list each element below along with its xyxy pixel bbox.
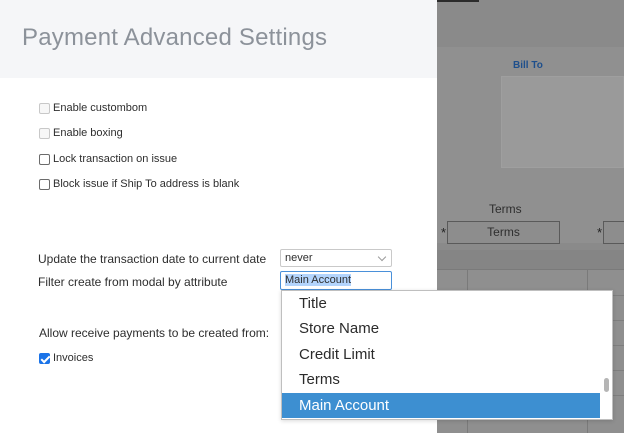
lock-transaction-checkbox[interactable] xyxy=(39,153,50,165)
background-field xyxy=(603,221,624,244)
dropdown-option-terms[interactable]: Terms xyxy=(282,367,600,392)
block-issue-label: Block issue if Ship To address is blank xyxy=(53,178,240,190)
block-issue-checkbox-row[interactable]: Block issue if Ship To address is blank xyxy=(39,178,239,190)
lock-transaction-checkbox-row[interactable]: Lock transaction on issue xyxy=(39,153,177,165)
filter-attribute-label: Filter create from modal by attribute xyxy=(38,275,228,289)
bill-to-label: Bill To xyxy=(513,60,543,71)
filter-attribute-input[interactable]: Main Account xyxy=(280,271,392,290)
required-asterisk-2: * xyxy=(597,225,603,240)
bill-to-box xyxy=(501,76,624,168)
invoices-checkbox[interactable] xyxy=(39,352,50,364)
background-top-bar xyxy=(437,0,479,2)
required-asterisk: * xyxy=(441,225,447,240)
enable-boxing-checkbox-row[interactable]: Enable boxing xyxy=(39,127,123,139)
block-issue-checkbox[interactable] xyxy=(39,178,50,190)
invoices-label: Invoices xyxy=(53,352,94,364)
dropdown-option-credit-limit[interactable]: Credit Limit xyxy=(282,342,600,367)
lock-transaction-label: Lock transaction on issue xyxy=(53,153,178,165)
dropdown-scrollbar[interactable] xyxy=(604,378,609,392)
update-date-value: never xyxy=(285,252,313,264)
background-table-header xyxy=(437,250,624,270)
dropdown-option-main-account[interactable]: Main Account xyxy=(282,393,600,418)
update-date-select[interactable]: never xyxy=(280,249,392,267)
enable-boxing-checkbox[interactable] xyxy=(39,127,50,139)
enable-custombom-checkbox-row[interactable]: Enable custombom xyxy=(39,102,147,114)
enable-boxing-label: Enable boxing xyxy=(53,127,123,139)
enable-custombom-checkbox[interactable] xyxy=(39,102,50,114)
invoices-checkbox-row[interactable]: Invoices xyxy=(39,352,93,364)
filter-attribute-value: Main Account xyxy=(285,274,352,286)
attribute-dropdown-list[interactable]: Title Store Name Credit Limit Terms Main… xyxy=(281,290,613,420)
enable-custombom-label: Enable custombom xyxy=(53,102,148,114)
update-date-label: Update the transaction date to current d… xyxy=(38,252,267,266)
modal-header: Payment Advanced Settings xyxy=(0,0,437,78)
chevron-down-icon xyxy=(377,252,387,262)
receive-payments-label: Allow receive payments to be created fro… xyxy=(39,326,270,340)
dropdown-option-store-name[interactable]: Store Name xyxy=(282,316,600,341)
terms-label: Terms xyxy=(489,202,522,216)
dropdown-option-title[interactable]: Title xyxy=(282,291,600,316)
modal-title: Payment Advanced Settings xyxy=(22,24,328,51)
terms-field: Terms xyxy=(447,221,560,244)
